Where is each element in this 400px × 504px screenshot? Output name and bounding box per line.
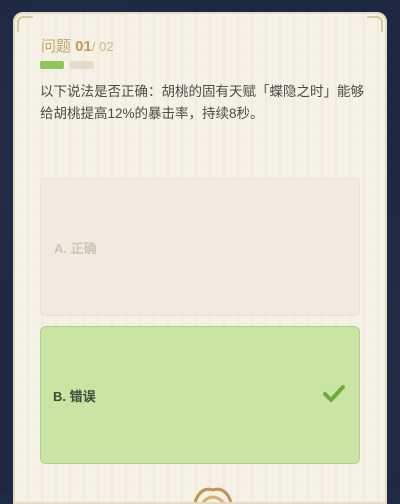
- question-text: 以下说法是否正确：胡桃的固有天赋「蝶隐之时」能够给胡桃提高12%的暴击率，持续8…: [40, 84, 364, 121]
- question-current: 01: [75, 38, 92, 55]
- corner-ornament-right: [367, 16, 383, 32]
- question-counter: 问题 01/ 02: [41, 35, 114, 56]
- option-b-label: B. 错误: [53, 388, 96, 404]
- option-a[interactable]: A. 正确: [40, 178, 360, 316]
- quiz-card: 问题 01/ 02 以下说法是否正确：胡桃的固有天赋「蝶隐之时」能够给胡桃提高1…: [13, 12, 387, 504]
- progress-segment-1: [40, 61, 64, 69]
- question-prefix: 问题: [41, 38, 76, 55]
- progress-segment-2: [70, 61, 94, 69]
- checkmark-icon: [323, 385, 345, 408]
- corner-ornament-left: [17, 16, 33, 32]
- progress-bar: [40, 61, 94, 69]
- option-b[interactable]: B. 错误: [40, 326, 360, 464]
- question-total: / 02: [91, 39, 114, 54]
- bottom-ornament-icon: [191, 482, 235, 504]
- option-a-label: A. 正确: [54, 240, 97, 256]
